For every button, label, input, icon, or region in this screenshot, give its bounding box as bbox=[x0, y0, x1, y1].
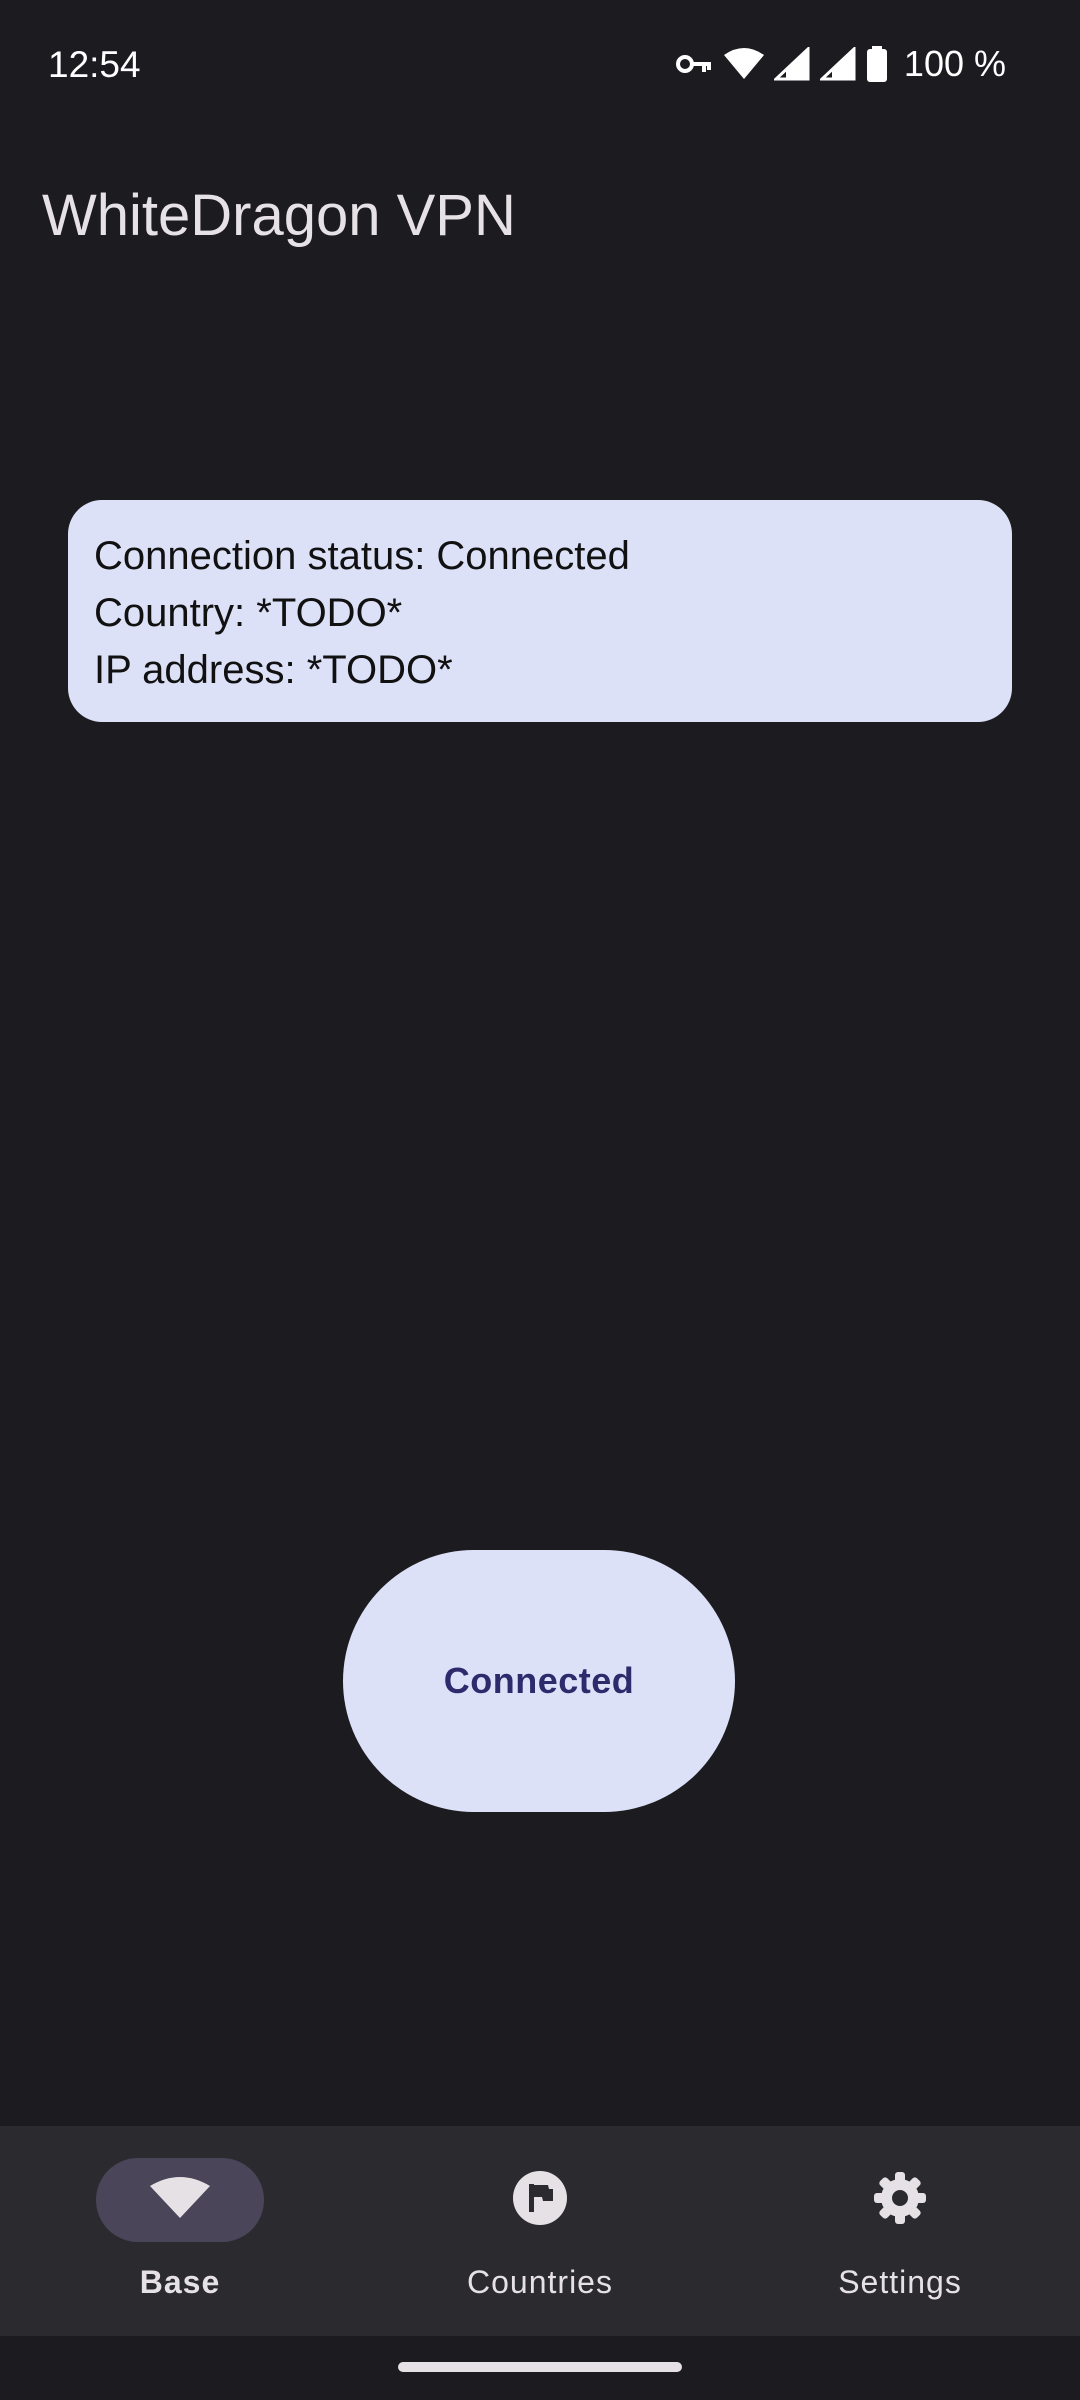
flag-icon bbox=[512, 2170, 568, 2231]
gear-icon bbox=[872, 2170, 928, 2231]
connection-status-text: Connection status: Connected bbox=[94, 534, 630, 578]
bottom-navigation: Base Countries Settings bbox=[0, 2126, 1080, 2336]
nav-icon-container bbox=[816, 2158, 984, 2242]
ip-address-text: IP address: *TODO* bbox=[94, 648, 453, 692]
wifi-icon bbox=[723, 47, 764, 81]
nav-item-settings[interactable]: Settings bbox=[720, 2126, 1080, 2336]
app-title: WhiteDragon VPN bbox=[42, 183, 516, 248]
status-icons: 100 % bbox=[675, 43, 1006, 84]
battery-percent: 100 % bbox=[903, 43, 1006, 84]
wifi-icon bbox=[149, 2176, 211, 2225]
cell-signal-icon bbox=[773, 47, 810, 81]
nav-label-settings: Settings bbox=[838, 2264, 962, 2300]
country-text: Country: *TODO* bbox=[94, 591, 403, 635]
nav-icon-container bbox=[456, 2158, 624, 2242]
nav-item-countries[interactable]: Countries bbox=[360, 2126, 720, 2336]
status-time: 12:54 bbox=[48, 44, 141, 85]
connect-button[interactable]: Connected bbox=[343, 1550, 735, 1812]
home-gesture-bar[interactable] bbox=[398, 2362, 682, 2372]
connection-info-card: Connection status: Connected Country: *T… bbox=[68, 500, 1012, 722]
screen: 12:54 100 % WhiteDragon VPN Connection s… bbox=[0, 0, 1080, 2400]
nav-item-base[interactable]: Base bbox=[0, 2126, 360, 2336]
cell-signal-icon bbox=[819, 47, 856, 81]
nav-label-countries: Countries bbox=[467, 2264, 613, 2300]
nav-active-indicator bbox=[96, 2158, 264, 2242]
battery-icon bbox=[866, 46, 888, 82]
nav-label-base: Base bbox=[139, 2264, 221, 2300]
connect-button-label: Connected bbox=[443, 1660, 635, 1701]
vpn-key-icon bbox=[675, 52, 714, 76]
status-bar: 12:54 100 % bbox=[0, 0, 1080, 134]
